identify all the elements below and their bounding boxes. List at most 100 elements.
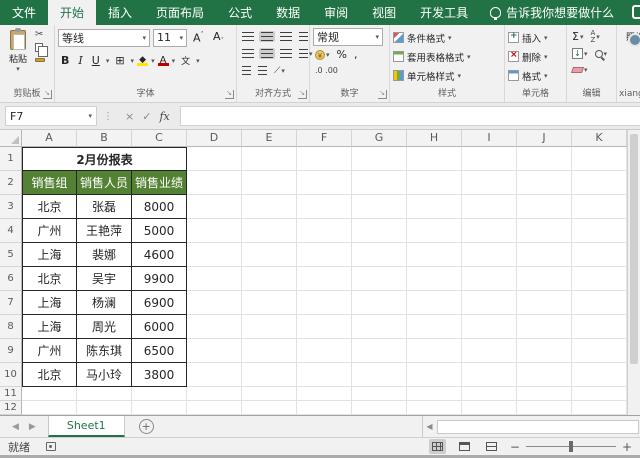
cell-J12[interactable] xyxy=(517,401,572,415)
cell-I4[interactable] xyxy=(462,219,517,243)
cell-H1[interactable] xyxy=(407,147,462,171)
cell-C4[interactable]: 5000 xyxy=(132,219,187,243)
cell-F12[interactable] xyxy=(297,401,352,415)
row-header-10[interactable]: 10 xyxy=(0,363,22,387)
tab-formulas[interactable]: 公式 xyxy=(216,0,264,25)
cell-F4[interactable] xyxy=(297,219,352,243)
tab-insert[interactable]: 插入 xyxy=(96,0,144,25)
underline-dropdown[interactable]: ▾ xyxy=(106,57,110,65)
cell-G2[interactable] xyxy=(352,171,407,195)
cell-H4[interactable] xyxy=(407,219,462,243)
cell-E2[interactable] xyxy=(242,171,297,195)
cell-J9[interactable] xyxy=(517,339,572,363)
select-all-corner[interactable] xyxy=(0,130,22,147)
cell-I2[interactable] xyxy=(462,171,517,195)
format-cells-button[interactable]: 格式▾ xyxy=(508,66,563,85)
align-middle-button[interactable] xyxy=(259,31,275,42)
cell-E3[interactable] xyxy=(242,195,297,219)
cell-K2[interactable] xyxy=(572,171,627,195)
cell-A9[interactable]: 广州 xyxy=(22,339,77,363)
vertical-scrollbar[interactable] xyxy=(627,130,640,415)
cell-G3[interactable] xyxy=(352,195,407,219)
row-header-7[interactable]: 7 xyxy=(0,291,22,315)
cell-G7[interactable] xyxy=(352,291,407,315)
cell-J7[interactable] xyxy=(517,291,572,315)
grow-font-button[interactable]: Aˆ xyxy=(190,31,207,45)
camera-button[interactable]: 照相机 xyxy=(620,30,640,43)
cell-J6[interactable] xyxy=(517,267,572,291)
cell-F9[interactable] xyxy=(297,339,352,363)
cell-G1[interactable] xyxy=(352,147,407,171)
cell-C9[interactable]: 6500 xyxy=(132,339,187,363)
cell-J3[interactable] xyxy=(517,195,572,219)
cell-K4[interactable] xyxy=(572,219,627,243)
bold-button[interactable]: B xyxy=(58,54,72,67)
orientation-button[interactable]: ⟋▾ xyxy=(272,65,287,77)
column-header-C[interactable]: C xyxy=(132,130,187,147)
cell-G10[interactable] xyxy=(352,363,407,387)
cell-H11[interactable] xyxy=(407,387,462,401)
row-header-2[interactable]: 2 xyxy=(0,171,22,195)
format-as-table-button[interactable]: 套用表格格式▾ xyxy=(393,47,501,66)
cell-H12[interactable] xyxy=(407,401,462,415)
cell-E8[interactable] xyxy=(242,315,297,339)
increase-indent-button[interactable] xyxy=(256,65,269,76)
cell-J11[interactable] xyxy=(517,387,572,401)
cell-B10[interactable]: 马小玲 xyxy=(77,363,132,387)
cell-C3[interactable]: 8000 xyxy=(132,195,187,219)
cell-D1[interactable] xyxy=(187,147,242,171)
cell-title-A1[interactable]: 2月份报表 xyxy=(22,147,187,171)
font-dialog-launcher[interactable]: ↘ xyxy=(225,90,234,99)
cell-C12[interactable] xyxy=(132,401,187,415)
cell-I10[interactable] xyxy=(462,363,517,387)
cell-F11[interactable] xyxy=(297,387,352,401)
fill-color-button[interactable]: ◆ xyxy=(137,56,148,66)
cell-J10[interactable] xyxy=(517,363,572,387)
view-page-break-button[interactable] xyxy=(483,439,500,454)
cell-D4[interactable] xyxy=(187,219,242,243)
tell-me-box[interactable]: 告诉我你想要做什么 xyxy=(480,0,624,25)
cell-C10[interactable]: 3800 xyxy=(132,363,187,387)
cell-F1[interactable] xyxy=(297,147,352,171)
column-header-G[interactable]: G xyxy=(352,130,407,147)
cell-C6[interactable]: 9900 xyxy=(132,267,187,291)
cell-K6[interactable] xyxy=(572,267,627,291)
cell-K5[interactable] xyxy=(572,243,627,267)
row-header-6[interactable]: 6 xyxy=(0,267,22,291)
autosum-button[interactable]: Σ▾ xyxy=(570,29,585,44)
cell-A6[interactable]: 北京 xyxy=(22,267,77,291)
cell-H7[interactable] xyxy=(407,291,462,315)
paste-dropdown-arrow[interactable]: ▾ xyxy=(16,65,20,73)
cell-A8[interactable]: 上海 xyxy=(22,315,77,339)
hscroll-left-arrow[interactable]: ◀ xyxy=(423,422,436,431)
cell-G4[interactable] xyxy=(352,219,407,243)
view-normal-button[interactable] xyxy=(429,439,446,454)
font-color-dropdown[interactable]: ▾ xyxy=(172,57,176,65)
cell-D8[interactable] xyxy=(187,315,242,339)
cell-G12[interactable] xyxy=(352,401,407,415)
cell-K10[interactable] xyxy=(572,363,627,387)
align-center-button[interactable] xyxy=(259,48,275,59)
insert-cells-button[interactable]: 插入▾ xyxy=(508,28,563,47)
cell-B7[interactable]: 杨澜 xyxy=(77,291,132,315)
cell-K9[interactable] xyxy=(572,339,627,363)
share-icon[interactable] xyxy=(632,5,640,19)
zoom-in-button[interactable]: + xyxy=(622,440,632,454)
cell-I11[interactable] xyxy=(462,387,517,401)
formula-splitter[interactable]: ⋮ xyxy=(101,111,115,122)
cell-I12[interactable] xyxy=(462,401,517,415)
cell-I6[interactable] xyxy=(462,267,517,291)
zoom-slider[interactable] xyxy=(526,446,616,447)
cell-D3[interactable] xyxy=(187,195,242,219)
cell-B4[interactable]: 王艳萍 xyxy=(77,219,132,243)
row-header-3[interactable]: 3 xyxy=(0,195,22,219)
font-name-combo[interactable]: 等线▾ xyxy=(58,29,150,47)
column-header-D[interactable]: D xyxy=(187,130,242,147)
cell-K8[interactable] xyxy=(572,315,627,339)
cell-B12[interactable] xyxy=(77,401,132,415)
cell-E9[interactable] xyxy=(242,339,297,363)
cell-K1[interactable] xyxy=(572,147,627,171)
cell-D10[interactable] xyxy=(187,363,242,387)
column-header-E[interactable]: E xyxy=(242,130,297,147)
copy-icon[interactable] xyxy=(35,43,43,52)
